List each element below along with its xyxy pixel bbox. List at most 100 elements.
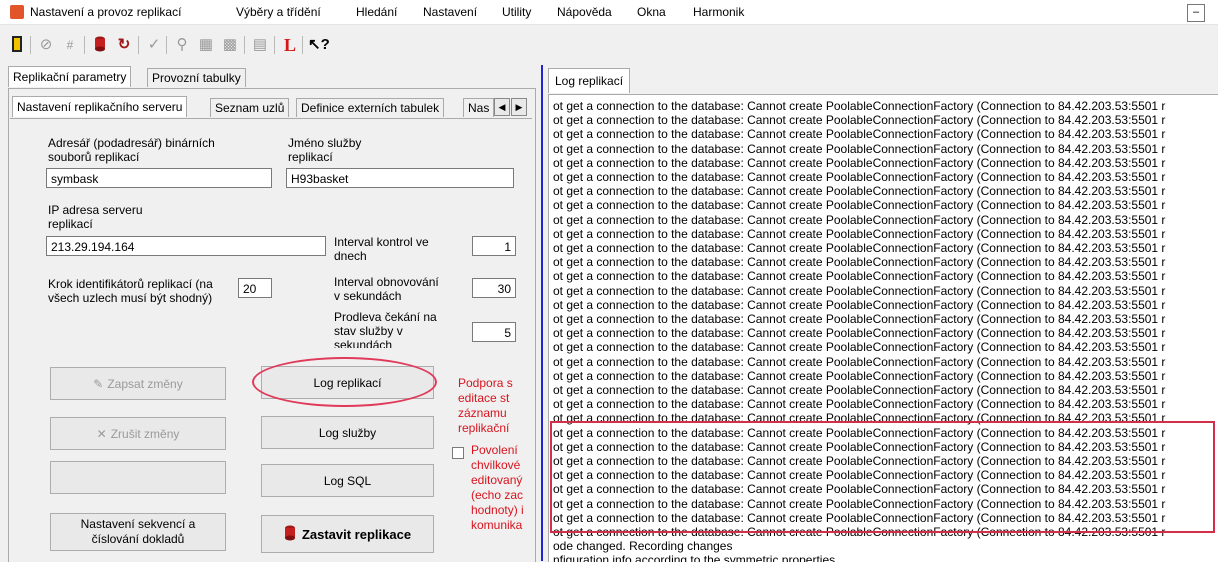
database-icon[interactable] — [90, 35, 110, 55]
panel-splitter[interactable] — [541, 65, 543, 561]
tab-more[interactable]: Nas — [463, 98, 495, 117]
log-line: ot get a connection to the database: Can… — [553, 368, 1166, 383]
tab-replication-parameters[interactable]: Replikační parametry — [8, 66, 132, 87]
permit-line: editovaný — [471, 473, 523, 487]
menu-item-harmonik[interactable]: Harmonik — [693, 5, 744, 19]
save-changes-button[interactable]: ✎ Zapsat změny — [50, 367, 226, 400]
menu-item-selections[interactable]: Výběry a třídění — [236, 5, 321, 19]
table-icon[interactable]: ▤ — [250, 35, 270, 55]
dir-input[interactable]: symbask — [46, 168, 272, 188]
cancel-changes-label: Zrušit změny — [110, 426, 180, 441]
log-line: ot get a connection to the database: Can… — [553, 312, 1166, 326]
dir-label-2: souborů replikací — [48, 150, 140, 164]
hash-icon[interactable]: # — [60, 35, 80, 55]
tab-server-settings[interactable]: Nastavení replikačního serveru — [12, 96, 188, 117]
cancel-changes-button[interactable]: ✕ Zrušit změny — [50, 417, 226, 450]
log-line: ot get a connection to the database: Can… — [553, 141, 1166, 156]
refresh-icon[interactable]: ↻ — [114, 35, 134, 55]
wait-label-3: sekundách — [334, 338, 393, 348]
service-name-input[interactable]: H93basket — [286, 168, 514, 188]
log-line: ot get a connection to the database: Can… — [553, 397, 1166, 412]
log-line: ot get a connection to the database: Can… — [553, 198, 1166, 213]
tab-scroll-right-icon[interactable]: ▶ — [511, 98, 527, 116]
grid-icon[interactable]: ▩ — [220, 35, 240, 55]
help-cursor-icon[interactable]: ↖? — [308, 35, 330, 55]
toolbar-separator — [302, 36, 303, 54]
wait-label-2: stav služby v — [334, 324, 403, 338]
highlight-ellipse — [252, 357, 437, 407]
wait-input[interactable]: 5 — [472, 322, 516, 342]
app-icon — [10, 5, 24, 19]
menu-item-search[interactable]: Hledání — [356, 5, 397, 19]
check-icon[interactable]: ✓ — [144, 35, 164, 55]
interval-days-input[interactable]: 1 — [472, 236, 516, 256]
toolbar-separator — [166, 36, 167, 54]
support-line: záznamu — [458, 406, 507, 420]
log-line: ot get a connection to the database: Can… — [553, 127, 1166, 142]
toolbar-separator — [138, 36, 139, 54]
permit-line: (echo zac — [471, 488, 524, 502]
log-line: ot get a connection to the database: Can… — [553, 155, 1166, 170]
refresh-interval-label-2: v sekundách — [334, 289, 402, 303]
sequences-label-1: Nastavení sekvencí a — [80, 517, 196, 531]
tab-divider — [10, 118, 532, 119]
log-line: ot get a connection to the database: Can… — [553, 113, 1166, 128]
log-sql-button[interactable]: Log SQL — [261, 464, 434, 497]
step-label: Krok identifikátorů replikací (na — [48, 277, 213, 291]
ip-input[interactable]: 213.29.194.164 — [46, 236, 326, 256]
support-line: editace st — [458, 391, 510, 405]
menu-item-settings[interactable]: Nastavení — [423, 5, 477, 19]
log-line: ot get a connection to the database: Can… — [553, 383, 1166, 397]
sequences-button[interactable]: Nastavení sekvencí a číslování dokladů — [50, 513, 226, 551]
log-line: ot get a connection to the database: Can… — [553, 170, 1166, 184]
refresh-interval-label: Interval obnovování — [334, 275, 439, 289]
search-icon[interactable]: ⚲ — [172, 35, 192, 55]
sequences-label-2: číslování dokladů — [91, 532, 185, 546]
toolbar-separator — [274, 36, 275, 54]
ip-label-2: replikací — [48, 217, 93, 231]
support-line: replikační — [458, 421, 510, 435]
cancel-icon[interactable]: ⊘ — [36, 35, 56, 55]
stop-replications-button[interactable]: Zastavit replikace — [261, 515, 434, 553]
service-label-2: replikací — [288, 150, 333, 164]
tab-node-list[interactable]: Seznam uzlů — [210, 98, 290, 117]
highlight-box — [550, 421, 1215, 533]
permit-line: Povolení — [471, 443, 518, 457]
print-icon[interactable]: ▦ — [196, 35, 216, 55]
step-input[interactable]: 20 — [238, 278, 272, 298]
log-l-icon[interactable]: L — [280, 35, 300, 55]
step-label-2: všech uzlech musí být shodný) — [48, 291, 213, 305]
log-service-button[interactable]: Log služby — [261, 416, 434, 449]
log-line: ot get a connection to the database: Can… — [553, 269, 1166, 284]
toolbar-separator — [244, 36, 245, 54]
blank-button[interactable] — [50, 461, 226, 494]
cancel-x-icon: ✕ — [96, 426, 107, 441]
log-line: ot get a connection to the database: Can… — [553, 340, 1166, 355]
interval-days-label: Interval kontrol ve — [334, 235, 429, 249]
log-line: ot get a connection to the database: Can… — [553, 297, 1166, 312]
tab-scroll-left-icon[interactable]: ◀ — [494, 98, 510, 116]
menu-item-windows[interactable]: Okna — [637, 5, 666, 19]
pencil-check-icon: ✎ — [93, 376, 104, 391]
log-line: ot get a connection to the database: Can… — [553, 354, 1166, 369]
menu-item-utility[interactable]: Utility — [502, 5, 531, 19]
log-line: ot get a connection to the database: Can… — [553, 212, 1166, 227]
tab-log-replications[interactable]: Log replikací — [548, 68, 631, 93]
tab-operational-tables[interactable]: Provozní tabulky — [147, 68, 246, 87]
log-line: ot get a connection to the database: Can… — [553, 326, 1166, 341]
stop-replications-label: Zastavit replikace — [301, 526, 412, 542]
exit-icon[interactable] — [8, 35, 28, 55]
menu-item-replication[interactable]: Nastavení a provoz replikací — [30, 5, 181, 19]
wait-label: Prodleva čekání na — [334, 310, 437, 324]
tab-external-tables[interactable]: Definice externích tabulek — [296, 98, 445, 117]
permit-checkbox[interactable] — [452, 447, 464, 459]
toolbar-separator — [30, 36, 31, 54]
refresh-interval-input[interactable]: 30 — [472, 278, 516, 298]
permit-line: komunika — [471, 518, 523, 532]
toolbar-separator — [84, 36, 85, 54]
menu-item-help[interactable]: Nápověda — [557, 5, 612, 19]
support-text: Podpora s editace st záznamu replikační — [458, 376, 532, 436]
toolbar: ⊘ # ↻ ✓ ⚲ ▦ ▩ ▤ L ↖? — [0, 26, 1218, 60]
log-line: ot get a connection to the database: Can… — [553, 99, 1166, 113]
minimize-button[interactable]: – — [1187, 4, 1205, 22]
